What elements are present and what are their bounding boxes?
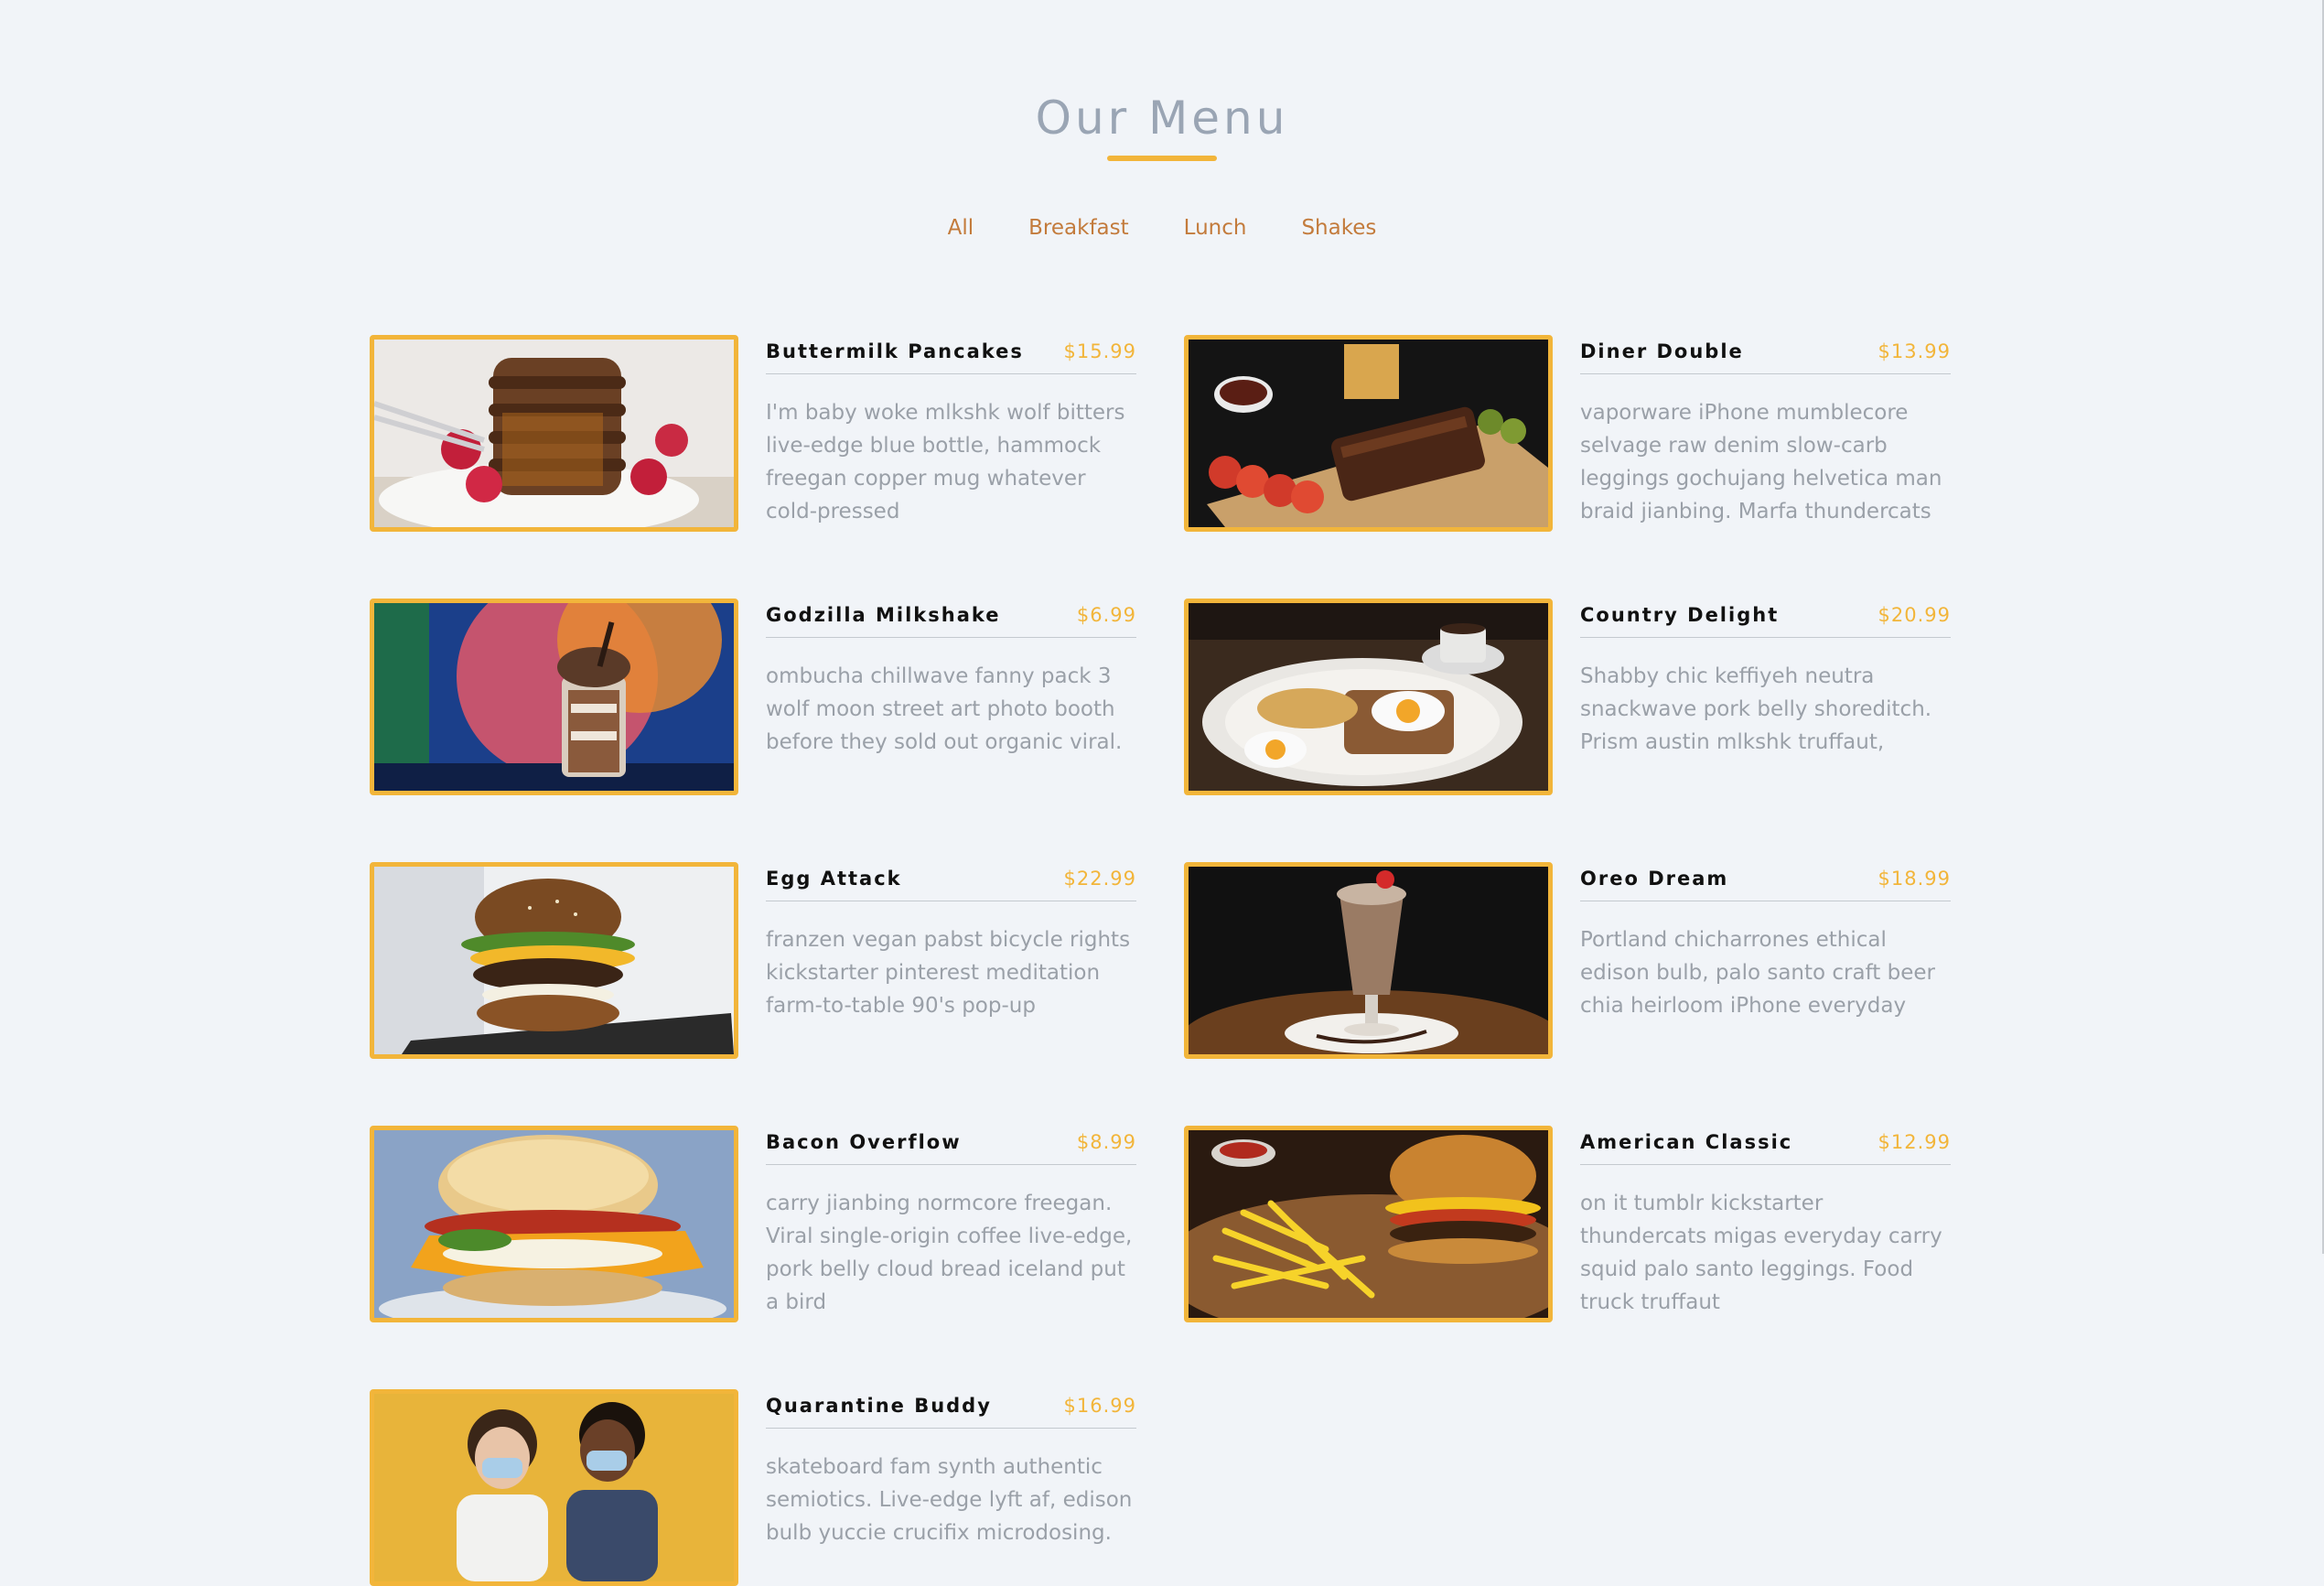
item-name: Diner Double — [1580, 340, 1744, 362]
item-description: I'm baby woke mlkshk wolf bitters live-e… — [766, 401, 1125, 523]
category-filters: All Breakfast Lunch Shakes — [0, 212, 2324, 243]
menu-item: Egg Attack $22.99 franzen vegan pabst bi… — [370, 862, 1138, 1059]
menu-item: Godzilla Milkshake $6.99 ombucha chillwa… — [370, 599, 1138, 795]
item-price: $8.99 — [1076, 1131, 1136, 1153]
item-name: Egg Attack — [766, 868, 902, 890]
ribs-platter-photo — [1184, 335, 1553, 532]
filter-all-button[interactable]: All — [948, 212, 974, 243]
menu-item: Country Delight $20.99 Shabby chic keffi… — [1184, 599, 1953, 795]
menu-item: Diner Double $13.99 vaporware iPhone mum… — [1184, 335, 1953, 532]
filter-shakes-button[interactable]: Shakes — [1301, 212, 1376, 243]
item-name: American Classic — [1580, 1131, 1793, 1153]
item-name: Quarantine Buddy — [766, 1395, 992, 1417]
bacon-biscuit-photo — [370, 1126, 738, 1322]
menu-item: Oreo Dream $18.99 Portland chicharrones … — [1184, 862, 1953, 1059]
pancakes-photo — [370, 335, 738, 532]
item-description: vaporware iPhone mumblecore selvage raw … — [1580, 401, 1942, 523]
menu-item: Quarantine Buddy $16.99 skateboard fam s… — [370, 1389, 1138, 1586]
item-description: ombucha chillwave fanny pack 3 wolf moon… — [766, 664, 1123, 754]
item-name: Country Delight — [1580, 604, 1780, 626]
menu-item: American Classic $12.99 on it tumblr kic… — [1184, 1126, 1953, 1322]
item-description: on it tumblr kickstarter thundercats mig… — [1580, 1192, 1942, 1314]
item-name: Godzilla Milkshake — [766, 604, 1001, 626]
menu-header: Our Menu — [0, 95, 2324, 161]
item-description: skateboard fam synth authentic semiotics… — [766, 1455, 1133, 1545]
item-name: Buttermilk Pancakes — [766, 340, 1024, 362]
filter-breakfast-button[interactable]: Breakfast — [1028, 212, 1129, 243]
item-description: Portland chicharrones ethical edison bul… — [1580, 928, 1935, 1018]
item-price: $22.99 — [1063, 868, 1136, 890]
item-price: $18.99 — [1877, 868, 1951, 890]
eggs-toast-photo — [1184, 599, 1553, 795]
menu-grid: Buttermilk Pancakes $15.99 I'm baby woke… — [370, 335, 1953, 1586]
menu-item: Bacon Overflow $8.99 carry jianbing norm… — [370, 1126, 1138, 1322]
milkshake-jar-photo — [370, 599, 738, 795]
title-underline — [1107, 156, 1217, 161]
item-description: carry jianbing normcore freegan. Viral s… — [766, 1192, 1133, 1314]
item-price: $20.99 — [1877, 604, 1951, 626]
egg-burger-photo — [370, 862, 738, 1059]
item-price: $12.99 — [1877, 1131, 1951, 1153]
filter-lunch-button[interactable]: Lunch — [1184, 212, 1247, 243]
page-title: Our Menu — [1035, 92, 1289, 145]
item-price: $15.99 — [1063, 340, 1136, 362]
item-description: franzen vegan pabst bicycle rights kicks… — [766, 928, 1131, 1018]
item-name: Oreo Dream — [1580, 868, 1729, 890]
burger-fries-photo — [1184, 1126, 1553, 1322]
masked-couple-photo — [370, 1389, 738, 1586]
menu-item: Buttermilk Pancakes $15.99 I'm baby woke… — [370, 335, 1138, 532]
item-name: Bacon Overflow — [766, 1131, 962, 1153]
item-price: $16.99 — [1063, 1395, 1136, 1417]
item-price: $13.99 — [1877, 340, 1951, 362]
item-price: $6.99 — [1076, 604, 1136, 626]
oreo-shake-photo — [1184, 862, 1553, 1059]
item-description: Shabby chic keffiyeh neutra snackwave po… — [1580, 664, 1932, 754]
